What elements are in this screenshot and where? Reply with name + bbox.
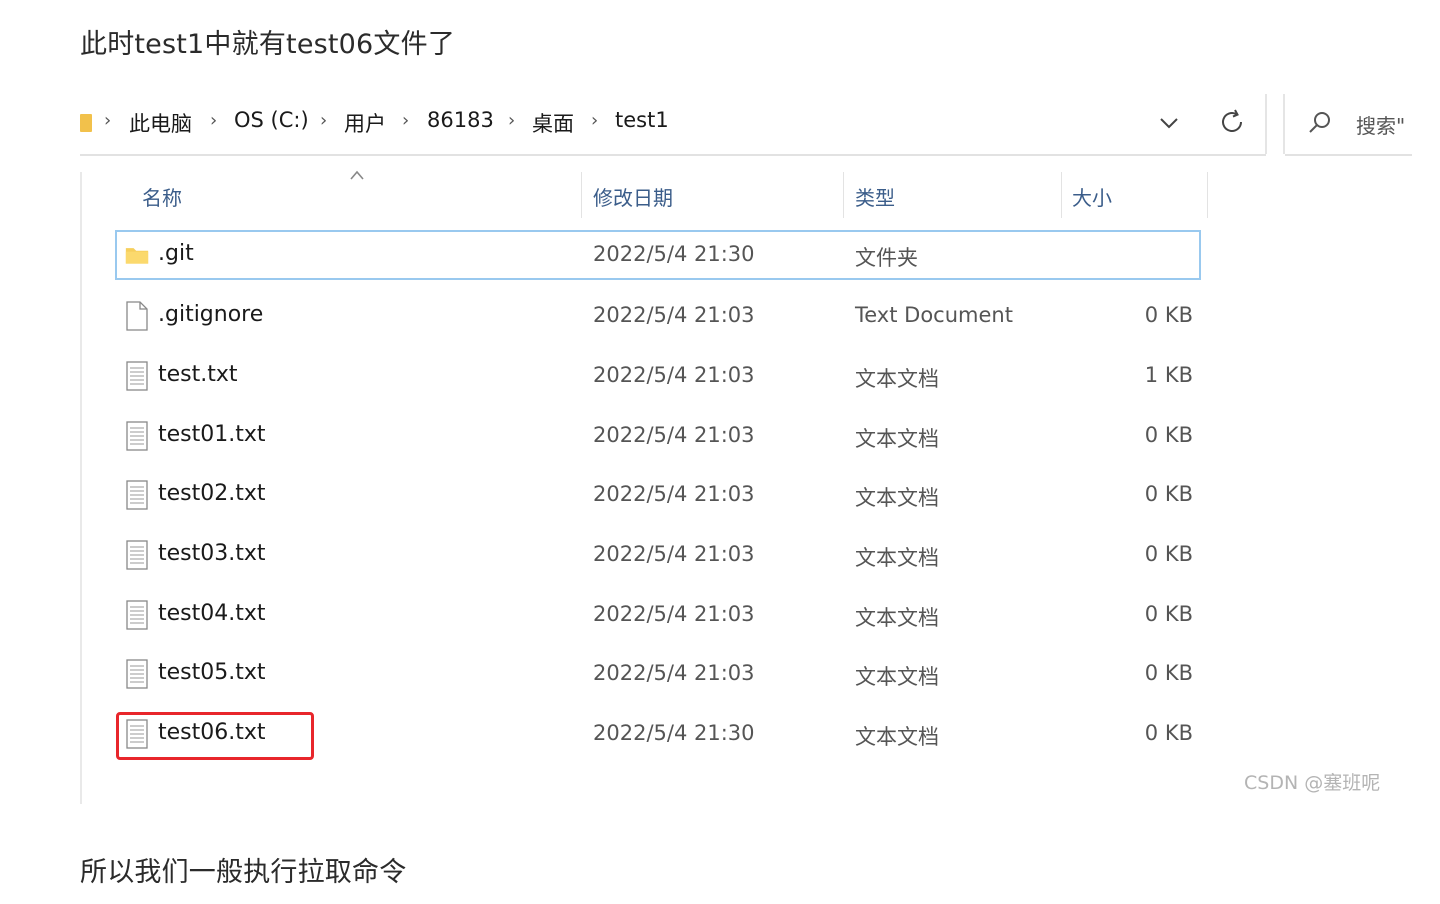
chevron-right-icon[interactable]: › — [508, 110, 515, 131]
file-name[interactable]: .gitignore — [158, 302, 263, 327]
column-header-date[interactable]: 修改日期 — [593, 182, 673, 211]
file-name[interactable]: test05.txt — [158, 660, 266, 685]
column-header-type[interactable]: 类型 — [855, 182, 895, 211]
file-date: 2022/5/4 21:03 — [593, 303, 755, 327]
file-name[interactable]: test.txt — [158, 362, 238, 387]
file-row-test01-txt[interactable]: test01.txt 2022/5/4 21:03 文本文档 0 KB — [115, 411, 1201, 461]
breadcrumb-test1[interactable]: test1 — [615, 108, 669, 132]
chevron-right-icon[interactable]: › — [320, 110, 327, 131]
file-type: 文本文档 — [855, 427, 939, 451]
file-name[interactable]: test03.txt — [158, 541, 266, 566]
file-name[interactable]: test02.txt — [158, 481, 266, 506]
file-name[interactable]: test04.txt — [158, 601, 266, 626]
file-size: 0 KB — [1144, 303, 1193, 327]
text-file-icon — [126, 659, 148, 689]
search-placeholder[interactable]: 搜索" — [1356, 110, 1405, 139]
document-icon — [126, 301, 148, 331]
file-type: 文本文档 — [855, 546, 939, 570]
folder-icon — [80, 114, 92, 132]
folder-icon — [125, 248, 149, 264]
file-name[interactable]: .git — [158, 241, 194, 266]
file-row-test-txt[interactable]: test.txt 2022/5/4 21:03 文本文档 1 KB — [115, 351, 1201, 401]
file-date: 2022/5/4 21:03 — [593, 542, 755, 566]
pane-border — [80, 172, 82, 804]
file-size: 1 KB — [1144, 363, 1193, 387]
text-file-icon — [126, 421, 148, 451]
breadcrumb-this-pc[interactable]: 此电脑 — [129, 108, 192, 138]
file-type: 文本文档 — [855, 606, 939, 630]
chevron-right-icon[interactable]: › — [104, 110, 111, 131]
sort-ascending-icon — [350, 170, 364, 180]
refresh-icon[interactable] — [1216, 106, 1248, 138]
file-size: 0 KB — [1144, 721, 1193, 745]
file-type: 文件夹 — [855, 246, 918, 270]
file-date: 2022/5/4 21:03 — [593, 423, 755, 447]
file-type: Text Document — [855, 303, 1013, 327]
file-type: 文本文档 — [855, 486, 939, 510]
article-paragraph-top: 此时test1中就有test06文件了 — [80, 29, 456, 60]
file-size: 0 KB — [1144, 542, 1193, 566]
file-type: 文本文档 — [855, 725, 939, 749]
text-file-icon — [126, 361, 148, 391]
column-divider[interactable] — [843, 172, 844, 218]
file-size: 0 KB — [1144, 423, 1193, 447]
file-size: 0 KB — [1144, 602, 1193, 626]
breadcrumb-desktop[interactable]: 桌面 — [532, 108, 574, 138]
file-row-test02-txt[interactable]: test02.txt 2022/5/4 21:03 文本文档 0 KB — [115, 470, 1201, 520]
breadcrumb-users[interactable]: 用户 — [344, 108, 386, 138]
file-size: 0 KB — [1144, 661, 1193, 685]
file-row-test04-txt[interactable]: test04.txt 2022/5/4 21:03 文本文档 0 KB — [115, 590, 1201, 640]
history-dropdown-icon[interactable] — [1156, 110, 1182, 136]
file-name[interactable]: test01.txt — [158, 422, 266, 447]
file-date: 2022/5/4 21:03 — [593, 363, 755, 387]
file-date: 2022/5/4 21:03 — [593, 602, 755, 626]
file-row-test03-txt[interactable]: test03.txt 2022/5/4 21:03 文本文档 0 KB — [115, 530, 1201, 580]
file-row-git[interactable]: .git 2022/5/4 21:30 文件夹 — [115, 230, 1201, 280]
file-type: 文本文档 — [855, 665, 939, 689]
file-row-gitignore[interactable]: .gitignore 2022/5/4 21:03 Text Document … — [115, 291, 1201, 341]
text-file-icon — [126, 540, 148, 570]
address-bar-underline — [80, 154, 1266, 156]
column-divider[interactable] — [1061, 172, 1062, 218]
file-row-test05-txt[interactable]: test05.txt 2022/5/4 21:03 文本文档 0 KB — [115, 649, 1201, 699]
watermark: CSDN @塞班呢 — [1244, 772, 1381, 794]
annotation-highlight-box — [116, 712, 314, 760]
file-date: 2022/5/4 21:03 — [593, 661, 755, 685]
text-file-icon — [126, 600, 148, 630]
text-file-icon — [126, 480, 148, 510]
chevron-right-icon[interactable]: › — [402, 110, 409, 131]
toolbar-divider — [1265, 94, 1267, 154]
file-date: 2022/5/4 21:03 — [593, 482, 755, 506]
chevron-right-icon[interactable]: › — [210, 110, 217, 131]
file-date: 2022/5/4 21:30 — [593, 242, 755, 266]
breadcrumb-user-86183[interactable]: 86183 — [427, 108, 494, 132]
column-divider[interactable] — [1207, 172, 1208, 218]
column-header-name[interactable]: 名称 — [142, 182, 182, 211]
file-date: 2022/5/4 21:30 — [593, 721, 755, 745]
search-icon — [1309, 112, 1330, 133]
column-divider[interactable] — [581, 172, 582, 218]
chevron-right-icon[interactable]: › — [591, 110, 598, 131]
file-type: 文本文档 — [855, 367, 939, 391]
article-paragraph-bottom: 所以我们一般执行拉取命令 — [80, 857, 407, 888]
breadcrumb-drive-c[interactable]: OS (C:) — [234, 108, 309, 132]
file-size: 0 KB — [1144, 482, 1193, 506]
column-header-size[interactable]: 大小 — [1072, 182, 1112, 211]
